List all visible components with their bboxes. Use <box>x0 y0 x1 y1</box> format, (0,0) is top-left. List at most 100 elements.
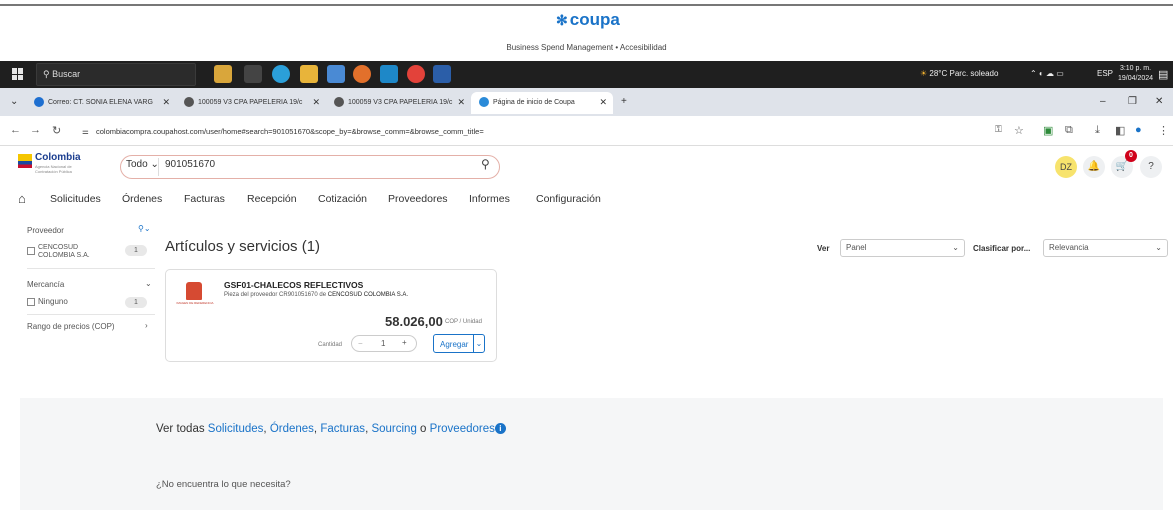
tab-search-icon[interactable]: ⌄ <box>10 96 18 107</box>
view-select[interactable]: Panel ⌄ <box>840 239 965 257</box>
notifications-icon[interactable]: ▤ <box>1158 68 1168 81</box>
url-text: colombiacompra.coupahost.com/user/home#s… <box>96 127 484 136</box>
minus-icon[interactable]: − <box>358 339 363 348</box>
store-icon[interactable] <box>327 65 345 83</box>
close-icon[interactable]: ✕ <box>162 97 170 108</box>
url-field[interactable]: ⚌ colombiacompra.coupahost.com/user/home#… <box>78 122 978 141</box>
scope-label: Todo <box>126 159 148 170</box>
mail-icon[interactable] <box>380 65 398 83</box>
item-description: Pieza del proveedor CR901051670 de CENCO… <box>224 292 408 298</box>
close-icon[interactable]: ✕ <box>312 97 320 108</box>
chevron-down-icon: ⌄ <box>952 243 959 252</box>
tray-icons[interactable]: ⌃ ◐ ☁ ▭ <box>1030 69 1064 78</box>
item-supplier: CENCOSUD COLOMBIA S.A. <box>327 292 409 298</box>
browser-tab-papeleria-1[interactable]: 100059 V3 CPA PAPELERIA 19/c ✕ <box>176 92 326 114</box>
menu-configuracion[interactable]: Configuración <box>536 193 601 205</box>
colombia-compra-logo[interactable]: Colombia Agencia Nacional de Contratació… <box>18 150 88 176</box>
close-window-button[interactable]: ✕ <box>1155 96 1163 107</box>
explorer-icon[interactable] <box>300 65 318 83</box>
link-sourcing[interactable]: Sourcing <box>371 423 416 435</box>
weather-widget[interactable]: ☀ 28°C Parc. soleado <box>920 69 998 78</box>
back-icon[interactable]: ← <box>10 124 21 136</box>
extensions-puzzle-icon[interactable]: ⧉ <box>1065 124 1073 137</box>
filter-commodity-title[interactable]: Mercancía <box>27 280 64 289</box>
menu-proveedores[interactable]: Proveedores <box>388 193 448 205</box>
firefox-icon[interactable] <box>353 65 371 83</box>
close-icon[interactable]: ✕ <box>599 97 607 108</box>
help-button[interactable]: ? <box>1140 156 1162 178</box>
link-solicitudes[interactable]: Solicitudes <box>208 423 264 435</box>
password-key-icon[interactable]: ⚿ <box>995 124 1002 135</box>
close-icon[interactable]: ✕ <box>457 97 465 108</box>
avatar[interactable]: DZ <box>1055 156 1077 178</box>
chrome-icon[interactable] <box>407 65 425 83</box>
chevron-down-icon[interactable]: ⌄ <box>473 335 484 352</box>
menu-solicitudes[interactable]: Solicitudes <box>50 193 101 205</box>
new-tab-button[interactable]: + <box>621 96 627 107</box>
language-indicator[interactable]: ESP <box>1097 69 1113 78</box>
image-caption: IMAGEN DE REFERENCIA <box>176 301 214 305</box>
menu-facturas[interactable]: Facturas <box>184 193 225 205</box>
commodity-checkbox[interactable] <box>27 298 35 306</box>
site-info-icon[interactable]: ⚌ <box>82 127 89 136</box>
taskview-icon[interactable] <box>244 65 262 83</box>
menu-recepcion[interactable]: Recepción <box>247 193 297 205</box>
connector-text: o <box>420 423 427 435</box>
add-to-cart-button[interactable]: Agregar ⌄ <box>433 334 485 353</box>
taskbar-search-label: Buscar <box>52 69 81 79</box>
forward-icon[interactable]: → <box>30 124 41 136</box>
minimize-button[interactable]: – <box>1100 96 1106 107</box>
quantity-stepper[interactable]: − 1 + <box>351 335 417 352</box>
info-icon[interactable]: i <box>494 423 506 434</box>
menu-informes[interactable]: Informes <box>469 193 510 205</box>
profile-icon[interactable]: ● <box>1135 124 1142 136</box>
bookmark-star-icon[interactable]: ☆ <box>1014 124 1024 137</box>
browser-tab-mail[interactable]: Correo: CT. SONIA ELENA VARG ✕ <box>26 92 176 114</box>
taskbar-search[interactable]: ⚲ Buscar <box>36 63 196 86</box>
taskbar-clock[interactable]: 3:10 p. m. 19/04/2024 <box>1118 64 1153 84</box>
search-help-panel <box>20 398 1163 510</box>
chevron-right-icon[interactable]: › <box>145 321 148 330</box>
download-icon[interactable]: ⤓ <box>1095 124 1100 137</box>
chevron-down-icon[interactable]: ⌄ <box>145 279 152 288</box>
extension-icon[interactable]: ▣ <box>1043 124 1053 137</box>
windows-start-icon[interactable] <box>12 68 24 80</box>
browser-tab-coupa[interactable]: Página de inicio de Coupa ✕ <box>471 92 613 114</box>
browser-tab-papeleria-2[interactable]: 100059 V3 CPA PAPELERIA 19/c ✕ <box>326 92 471 114</box>
reload-icon[interactable]: ↻ <box>52 124 61 137</box>
item-name[interactable]: GSF01-CHALECOS REFLECTIVOS <box>224 280 363 290</box>
menu-cotizacion[interactable]: Cotización <box>318 193 367 205</box>
supplier-checkbox[interactable] <box>27 247 35 255</box>
commodity-option-label: Ninguno <box>38 297 68 306</box>
filter-search-icon[interactable]: ⚲⌄ <box>138 224 151 233</box>
menu-ordenes[interactable]: Órdenes <box>122 193 162 205</box>
sidepanel-icon[interactable]: ◧ <box>1115 124 1125 137</box>
search-icon: ⚲ <box>43 69 53 79</box>
quantity-label: Cantidad <box>318 342 343 348</box>
link-ordenes[interactable]: Órdenes <box>270 423 314 435</box>
filter-price-range[interactable]: Rango de precios (COP) <box>27 322 115 331</box>
search-scope-select[interactable]: Todo ⌄ <box>126 159 159 170</box>
link-proveedores[interactable]: Proveedores <box>430 423 495 435</box>
top-divider <box>0 4 1173 6</box>
supplier-option-label: CENCOSUD COLOMBIA S.A. <box>38 244 90 259</box>
search-icon[interactable]: ⚲ <box>481 157 490 171</box>
link-facturas[interactable]: Facturas <box>320 423 365 435</box>
not-found-text[interactable]: ¿No encuentra lo que necesita? <box>156 479 291 490</box>
word-icon[interactable] <box>433 65 451 83</box>
results-title: Artículos y servicios (1) <box>165 238 321 255</box>
search-input[interactable]: 901051670 <box>165 159 215 170</box>
folder-app-icon[interactable] <box>214 65 232 83</box>
maximize-button[interactable]: ❐ <box>1128 96 1137 107</box>
tab-label: Página de inicio de Coupa <box>493 99 575 106</box>
item-desc-prefix: Pieza del proveedor CR901051670 de <box>224 292 328 298</box>
quantity-value[interactable]: 1 <box>381 339 385 348</box>
bell-icon[interactable]: 🔔 <box>1083 156 1105 178</box>
vest-product-image[interactable] <box>186 282 202 300</box>
sort-select[interactable]: Relevancia ⌄ <box>1043 239 1168 257</box>
plus-icon[interactable]: + <box>402 338 407 347</box>
home-icon[interactable]: ⌂ <box>18 191 26 206</box>
edge-icon[interactable] <box>272 65 290 83</box>
browser-menu-icon[interactable]: ⋮ <box>1158 124 1169 137</box>
coupa-logo: ✻ coupa <box>556 10 620 29</box>
